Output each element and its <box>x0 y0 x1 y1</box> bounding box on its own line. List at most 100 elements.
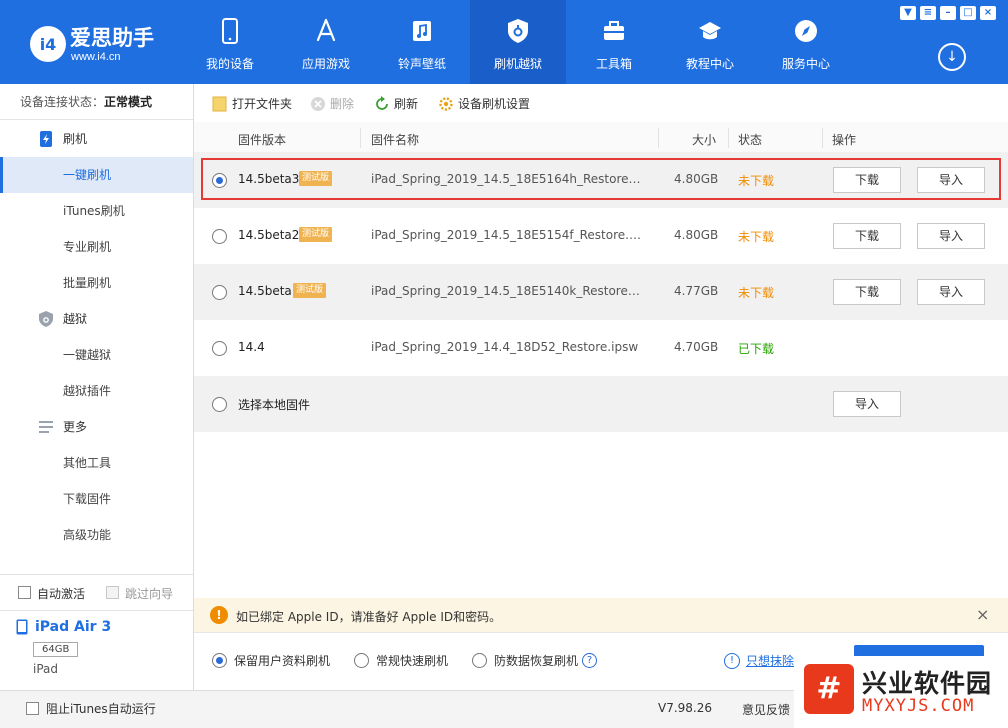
header-name: 固件名称 <box>371 133 420 147</box>
device-name: iPad Air 3 <box>35 619 112 635</box>
site-watermark: # 兴业软件园 MYXYJS.COM <box>794 656 1008 728</box>
firmware-row[interactable]: 14.5beta 测试版 iPad_Spring_2019_14.5_18E51… <box>194 264 1008 320</box>
device-type: iPad <box>33 662 59 676</box>
option-keep-data[interactable]: 保留用户资料刷机 <box>212 653 330 669</box>
toolbar: 打开文件夹 删除 刷新 设备刷机设置 <box>194 84 1008 122</box>
header-version: 固件版本 <box>238 133 287 147</box>
sidebar-item-jailbreak-plugins[interactable]: 越狱插件 <box>0 373 193 409</box>
firmware-row[interactable]: 14.5beta2 测试版 iPad_Spring_2019_14.5_18E5… <box>194 208 1008 264</box>
tablet-icon <box>16 619 28 635</box>
close-icon[interactable]: × <box>980 6 996 20</box>
import-button[interactable]: 导入 <box>833 391 901 417</box>
feedback-link[interactable]: 意见反馈 <box>742 701 790 718</box>
nav-label: 我的设备 <box>205 57 254 71</box>
sidebar-group-more[interactable]: 更多 <box>0 409 193 445</box>
app-version: V7.98.26 <box>658 701 713 715</box>
option-radio[interactable] <box>212 653 227 668</box>
column-divider <box>728 128 729 148</box>
sidebar-item-itunes-flash[interactable]: iTunes刷机 <box>0 193 193 229</box>
open-folder-label: 打开文件夹 <box>232 97 293 111</box>
sidebar-group-label: 更多 <box>63 420 88 434</box>
local-firmware-row[interactable]: 选择本地固件 导入 <box>194 376 1008 432</box>
sidebar-group-flash[interactable]: 刷机 <box>0 121 193 157</box>
header-action: 操作 <box>832 133 857 147</box>
delete-button[interactable]: 删除 <box>310 96 354 112</box>
nav-label: 工具箱 <box>595 57 632 71</box>
delete-label: 删除 <box>330 97 355 111</box>
sidebar-group-label: 刷机 <box>63 132 88 146</box>
sidebar-item-batch-flash[interactable]: 批量刷机 <box>0 265 193 301</box>
help-icon[interactable]: ? <box>582 653 597 668</box>
flash-settings-button[interactable]: 设备刷机设置 <box>438 96 530 112</box>
sidebar-item-download-firmware[interactable]: 下载固件 <box>0 481 193 517</box>
import-button[interactable]: 导入 <box>917 223 985 249</box>
option-radio[interactable] <box>472 653 487 668</box>
delete-icon <box>311 97 325 111</box>
flash-phone-icon <box>40 131 52 147</box>
graduation-cap-icon <box>699 22 721 40</box>
download-button[interactable]: 下载 <box>833 279 901 305</box>
auto-activate-label: 自动激活 <box>37 587 86 601</box>
import-button[interactable]: 导入 <box>917 279 985 305</box>
firmware-status: 已下载 <box>738 342 775 356</box>
skip-guide-checkbox[interactable] <box>106 586 119 599</box>
firmware-radio[interactable] <box>212 397 227 412</box>
option-label: 保留用户资料刷机 <box>234 654 331 668</box>
folder-icon <box>212 96 227 112</box>
option-quick-flash[interactable]: 常规快速刷机 <box>354 653 448 669</box>
sidebar-item-pro-flash[interactable]: 专业刷机 <box>0 229 193 265</box>
menu-icon[interactable]: ≡ <box>920 6 936 20</box>
erase-only-link[interactable]: ! 只想抹除 <box>724 653 794 669</box>
download-icon[interactable]: ↓ <box>938 43 966 71</box>
option-label: 防数据恢复刷机 <box>494 654 579 668</box>
block-itunes-checkbox[interactable] <box>26 702 39 715</box>
phone-icon <box>222 18 238 44</box>
firmware-radio[interactable] <box>212 285 227 300</box>
close-icon[interactable]: × <box>976 605 989 624</box>
firmware-size: 4.80GB <box>674 228 719 242</box>
nav-toolbox[interactable]: 工具箱 <box>566 0 662 84</box>
nav-my-device[interactable]: 我的设备 <box>182 0 278 84</box>
brand-url: www.i4.cn <box>71 51 121 63</box>
firmware-status: 未下载 <box>738 286 775 300</box>
block-itunes-option[interactable]: 阻止iTunes自动运行 <box>26 701 156 717</box>
skin-icon[interactable]: ▼ <box>900 6 916 20</box>
nav-flash-jailbreak[interactable]: 刷机越狱 <box>470 0 566 84</box>
firmware-version: 14.4 <box>238 340 265 354</box>
info-icon: ! <box>724 653 740 669</box>
nav-tutorials[interactable]: 教程中心 <box>662 0 758 84</box>
nav-ringtones-wallpapers[interactable]: 铃声壁纸 <box>374 0 470 84</box>
sidebar-options: 自动激活 跳过向导 <box>0 574 193 610</box>
firmware-radio[interactable] <box>212 341 227 356</box>
firmware-row[interactable]: 14.4 iPad_Spring_2019_14.4_18D52_Restore… <box>194 320 1008 376</box>
firmware-name: iPad_Spring_2019_14.4_18D52_Restore.ipsw <box>371 340 639 354</box>
nav-apps-games[interactable]: 应用游戏 <box>278 0 374 84</box>
refresh-button[interactable]: 刷新 <box>374 96 418 112</box>
sidebar-item-other-tools[interactable]: 其他工具 <box>0 445 193 481</box>
sidebar-item-one-click-jailbreak[interactable]: 一键越狱 <box>0 337 193 373</box>
connection-status-label: 设备连接状态： <box>20 95 105 109</box>
app-store-icon <box>316 18 336 42</box>
open-folder-button[interactable]: 打开文件夹 <box>212 96 292 112</box>
beta-badge: 测试版 <box>299 227 333 242</box>
sidebar-item-one-click-flash[interactable]: 一键刷机 <box>0 157 193 193</box>
nav-service-center[interactable]: 服务中心 <box>758 0 854 84</box>
notice-bar: ! 如已绑定 Apple ID，请准备好 Apple ID和密码。 × <box>194 598 1008 632</box>
maximize-icon[interactable]: □ <box>960 6 976 20</box>
sidebar-item-advanced[interactable]: 高级功能 <box>0 517 193 553</box>
sidebar-group-jailbreak[interactable]: 越狱 <box>0 301 193 337</box>
notice-text: 如已绑定 Apple ID，请准备好 Apple ID和密码。 <box>236 610 502 624</box>
download-button[interactable]: 下载 <box>833 223 901 249</box>
sidebar-group-label: 越狱 <box>63 312 88 326</box>
firmware-radio[interactable] <box>212 229 227 244</box>
option-anti-recovery[interactable]: 防数据恢复刷机 <box>472 653 578 669</box>
beta-badge: 测试版 <box>293 283 327 298</box>
header-status: 状态 <box>738 133 763 147</box>
firmware-version: 14.5beta2 <box>238 228 300 242</box>
auto-activate-checkbox[interactable] <box>18 586 31 599</box>
brand-name: 爱思助手 <box>70 26 154 50</box>
option-radio[interactable] <box>354 653 369 668</box>
nav-label: 刷机越狱 <box>493 57 542 71</box>
minimize-icon[interactable]: – <box>940 6 956 20</box>
flash-settings-label: 设备刷机设置 <box>458 97 531 111</box>
